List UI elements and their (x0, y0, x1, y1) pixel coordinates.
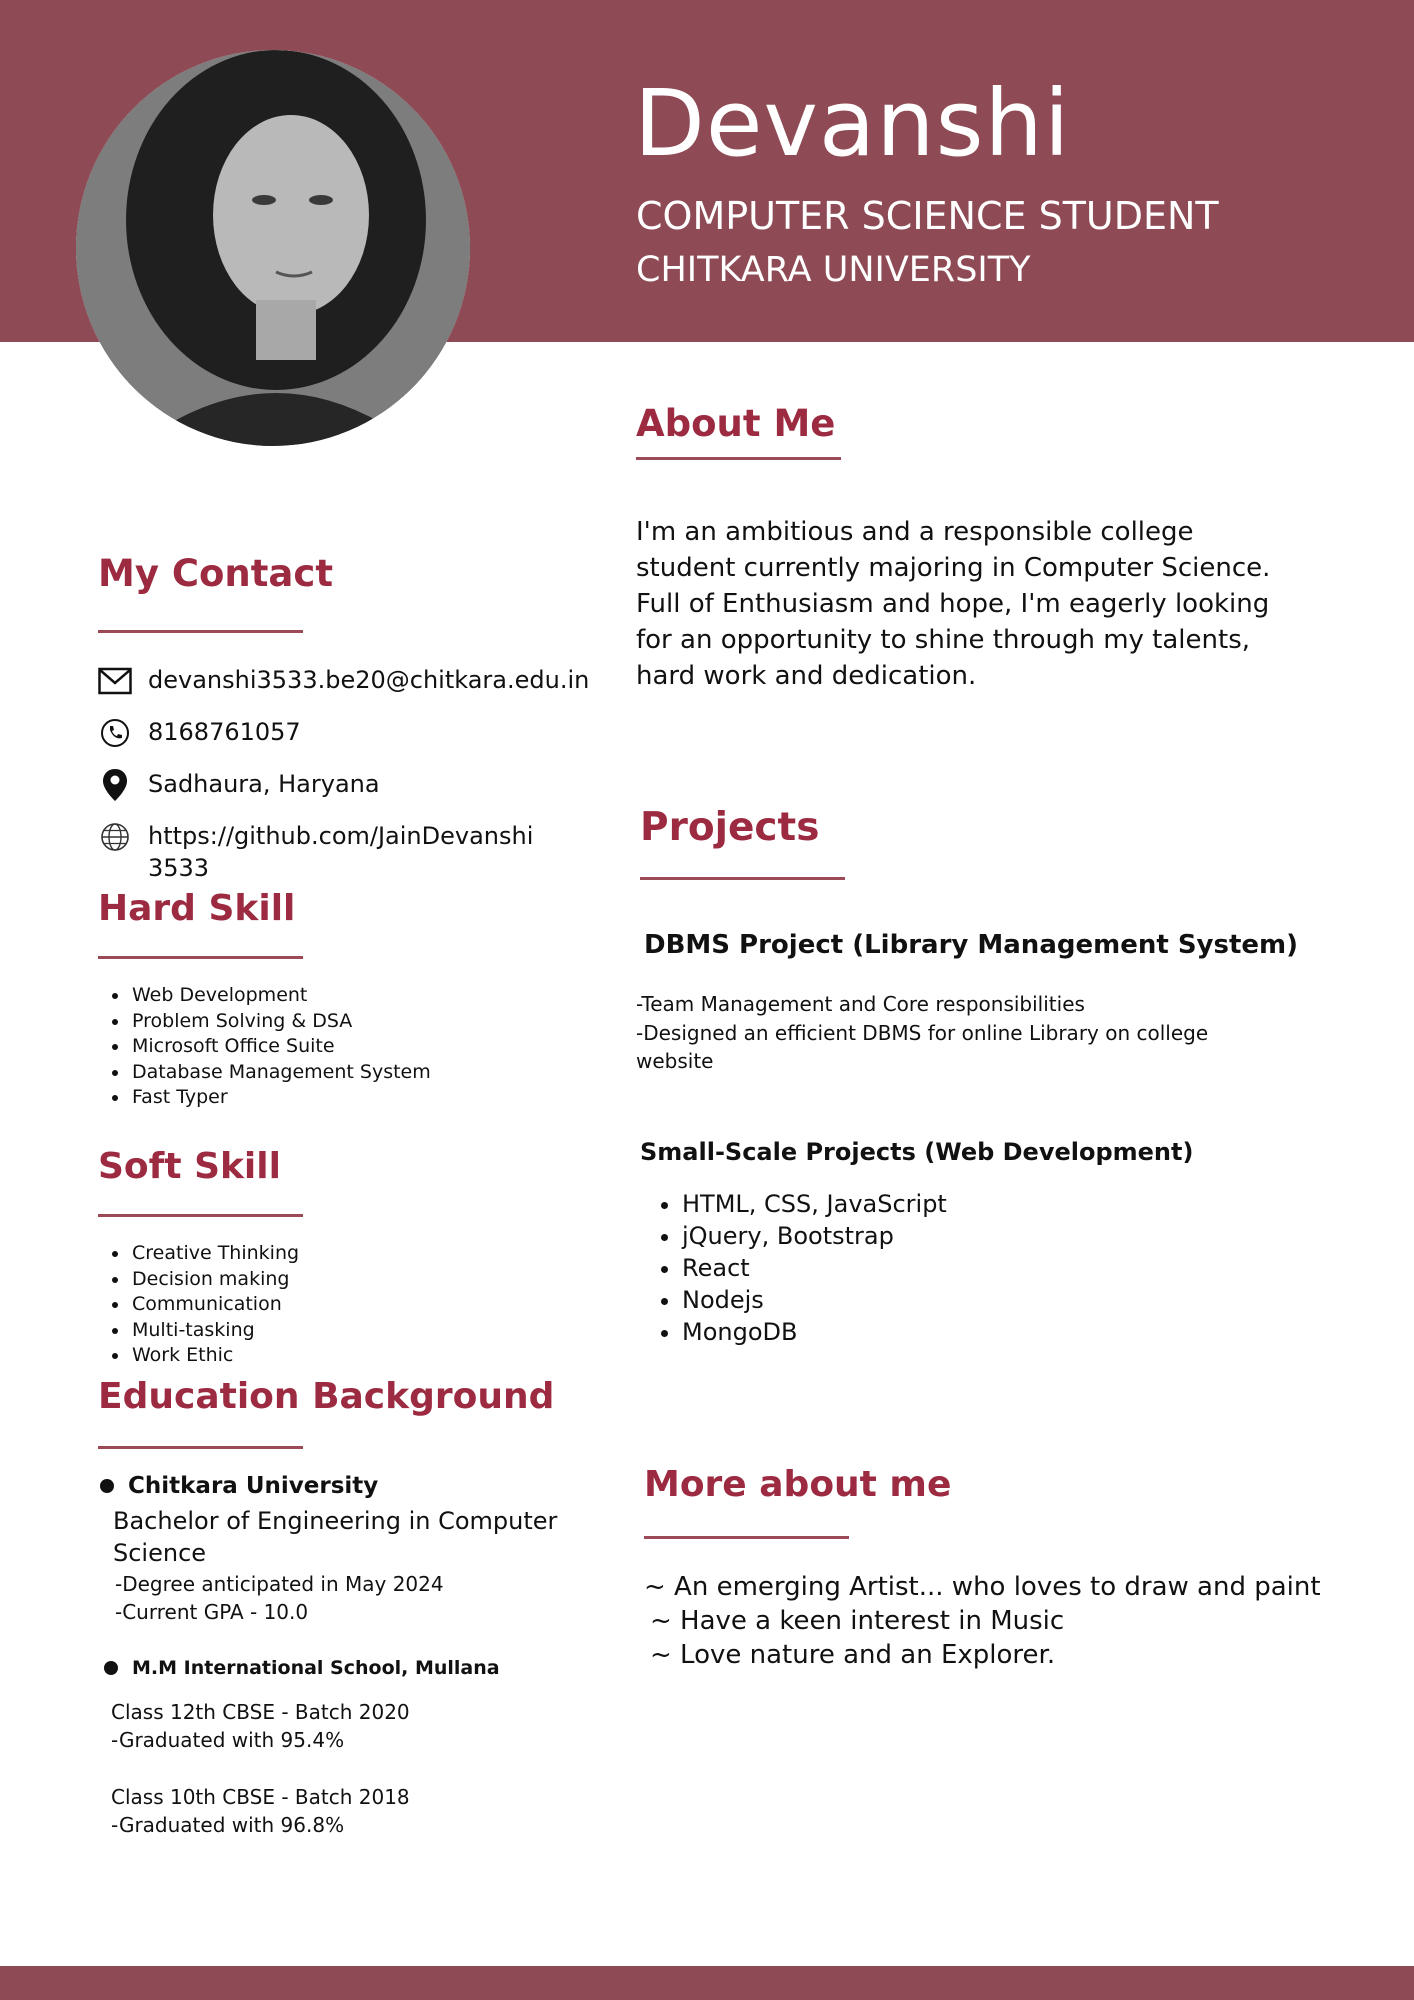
contact-email-text: devanshi3533.be20@chitkara.edu.in (148, 666, 590, 694)
education-title: Education Background (98, 1376, 555, 1417)
list-item: React (682, 1252, 947, 1284)
about-rule (636, 457, 841, 460)
more-line: ~ Love nature and an Explorer. (650, 1640, 1056, 1670)
project-dbms-title: DBMS Project (Library Management System) (644, 930, 1299, 960)
contact-phone-text: 8168761057 (148, 718, 301, 746)
profile-photo-frame (76, 50, 470, 446)
school-name: M.M International School, Mullana (132, 1657, 500, 1679)
more-title: More about me (644, 1464, 952, 1505)
project-dbms-line: -Designed an efficient DBMS for online L… (636, 1020, 1209, 1074)
list-item: Communication (130, 1292, 299, 1318)
mail-icon (98, 664, 132, 698)
list-item: jQuery, Bootstrap (682, 1220, 947, 1252)
hard-skill-title: Hard Skill (98, 888, 296, 929)
list-item: Work Ethic (130, 1343, 299, 1369)
contact-location-text: Sadhaura, Haryana (148, 770, 380, 798)
projects-rule (640, 877, 845, 880)
bullet-icon (104, 1661, 118, 1675)
more-line: ~ An emerging Artist... who loves to dra… (644, 1572, 1321, 1602)
list-item: Microsoft Office Suite (130, 1034, 431, 1060)
hard-skill-rule (98, 956, 303, 959)
soft-skill-rule (98, 1214, 303, 1217)
class10-grade: -Graduated with 96.8% (111, 1813, 345, 1837)
degree-name: Bachelor of Engineering in Computer Scie… (113, 1507, 558, 1567)
person-name: Devanshi (634, 70, 1071, 177)
contact-phone[interactable]: 8168761057 (98, 716, 301, 750)
list-item: MongoDB (682, 1316, 947, 1348)
list-item: Decision making (130, 1267, 299, 1293)
school-mm-international: M.M International School, Mullana (104, 1657, 500, 1679)
list-item: HTML, CSS, JavaScript (682, 1188, 947, 1220)
degree-anticipated: -Degree anticipated in May 2024 (115, 1572, 444, 1596)
projects-title: Projects (640, 805, 820, 850)
list-item: Web Development (130, 983, 431, 1009)
education-rule (98, 1446, 303, 1449)
contact-email[interactable]: devanshi3533.be20@chitkara.edu.in (98, 664, 589, 698)
globe-icon (98, 820, 132, 854)
location-pin-icon (98, 768, 132, 802)
hard-skill-list: Web Development Problem Solving & DSA Mi… (98, 983, 431, 1111)
contact-title: My Contact (98, 552, 334, 595)
list-item: Database Management System (130, 1060, 431, 1086)
project-tech-list: HTML, CSS, JavaScript jQuery, Bootstrap … (648, 1188, 947, 1348)
contact-website[interactable]: https://github.com/JainDevanshi3533 (98, 820, 548, 884)
class12-grade: -Graduated with 95.4% (111, 1728, 345, 1752)
list-item: Multi-tasking (130, 1318, 299, 1344)
class12-info: Class 12th CBSE - Batch 2020 (111, 1700, 410, 1724)
about-title: About Me (636, 402, 836, 445)
university-subtitle: CHITKARA UNIVERSITY (636, 250, 1031, 290)
about-text: I'm an ambitious and a responsible colle… (636, 517, 1271, 691)
degree-gpa: -Current GPA - 10.0 (115, 1600, 309, 1624)
contact-location[interactable]: Sadhaura, Haryana (98, 768, 380, 802)
list-item: Problem Solving & DSA (130, 1009, 431, 1035)
soft-skill-title: Soft Skill (98, 1146, 281, 1187)
more-rule (644, 1536, 849, 1539)
phone-icon (98, 716, 132, 750)
project-dbms-line: -Team Management and Core responsibiliti… (636, 992, 1085, 1016)
school-name: Chitkara University (128, 1473, 379, 1499)
bullet-icon (100, 1479, 114, 1493)
class10-info: Class 10th CBSE - Batch 2018 (111, 1785, 410, 1809)
contact-rule (98, 630, 303, 633)
list-item: Nodejs (682, 1284, 947, 1316)
list-item: Creative Thinking (130, 1241, 299, 1267)
project-dbms-desc: -Team Management and Core responsibiliti… (636, 990, 1256, 1076)
more-line: ~ Have a keen interest in Music (650, 1606, 1065, 1636)
project-web-title: Small-Scale Projects (Web Development) (640, 1138, 1194, 1166)
job-subtitle: COMPUTER SCIENCE STUDENT (636, 194, 1219, 238)
soft-skill-list: Creative Thinking Decision making Commun… (98, 1241, 299, 1369)
footer-band (0, 1966, 1414, 2000)
list-item: Fast Typer (130, 1085, 431, 1111)
school-chitkara: Chitkara University (100, 1473, 378, 1499)
profile-photo (76, 50, 470, 446)
contact-website-text: https://github.com/JainDevanshi3533 (148, 822, 534, 882)
